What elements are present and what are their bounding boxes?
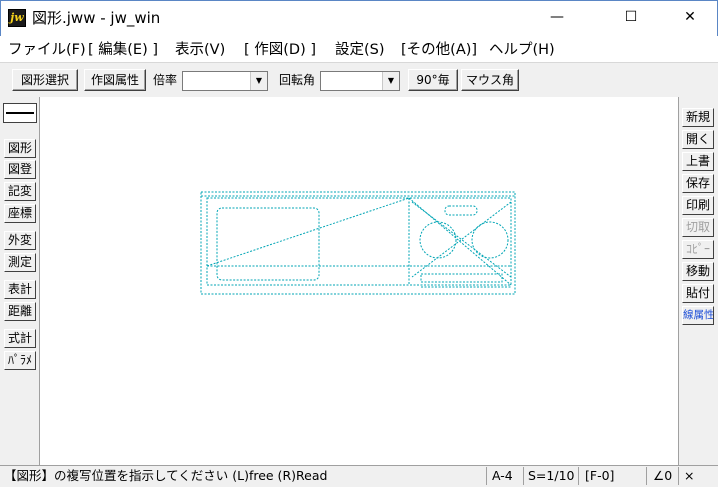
slot [444,205,478,216]
inner-box [206,197,512,286]
tool-open[interactable]: 開く [682,130,714,149]
status-message: 【図形】の複写位置を指示してください (L)free (R)Read [4,468,328,483]
chevron-down-icon[interactable]: ▼ [382,72,399,90]
window-title: 図形.jww - jw_win [32,9,161,27]
scale-label: 倍率 [153,73,178,87]
tool-cut: 切取 [682,218,714,237]
status-divider [678,467,679,485]
select-figure-button[interactable]: 図形選択 [12,69,78,91]
tool-figure-register[interactable]: 図登 [4,160,36,179]
close-button[interactable]: ✕ [664,0,716,34]
menu-draw[interactable]: [ 作図(D) ] [244,40,316,60]
rotate-90-button[interactable]: 90°毎 [408,69,458,91]
line-type-indicator[interactable] [3,103,37,123]
tool-print[interactable]: 印刷 [682,196,714,215]
reel-left [419,221,457,259]
menu-file[interactable]: ファイル(F) [8,40,86,60]
tool-save[interactable]: 保存 [682,174,714,193]
minimize-button[interactable]: — [534,0,580,34]
tool-table-calc[interactable]: 表計 [4,280,36,299]
tool-symbol-convert[interactable]: 記変 [4,182,36,201]
maximize-button[interactable]: ☐ [608,0,654,34]
screen-rect [216,207,320,281]
layer-indicator[interactable]: [F-0] [585,467,614,485]
status-divider [486,467,487,485]
drawing-canvas[interactable] [40,97,678,465]
status-divider [646,467,647,485]
figure-attr-button[interactable]: 作図属性 [84,69,146,91]
bottom-bar [420,273,503,283]
tool-measure[interactable]: 測定 [4,253,36,272]
menu-edit[interactable]: [ 編集(E) ] [88,40,158,60]
paper-size[interactable]: A-4 [492,467,513,485]
menu-settings[interactable]: 設定(S) [335,40,385,60]
chevron-down-icon[interactable]: ▼ [250,72,267,90]
outer-frame [200,191,516,295]
status-divider [523,467,524,485]
menu-view[interactable]: 表示(V) [175,40,225,60]
rotation-dropdown[interactable]: ▼ [320,71,400,91]
cad-drawing [200,191,516,295]
tool-new[interactable]: 新規 [682,108,714,127]
tool-distance[interactable]: 距離 [4,302,36,321]
tool-move[interactable]: 移動 [682,262,714,281]
tool-formula-calc[interactable]: 式計 [4,329,36,348]
angle-indicator[interactable]: ∠0 [653,467,672,485]
menu-help[interactable]: ヘルプ(H) [489,40,555,60]
tool-copy: ｺﾋﾟｰ [682,240,714,259]
tool-line-attr[interactable]: 線属性 [682,306,714,325]
tool-parameter[interactable]: ﾊﾟﾗﾒ [4,351,36,370]
tool-paste[interactable]: 貼付 [682,284,714,303]
rotation-label: 回転角 [279,73,316,87]
tool-overwrite[interactable]: 上書 [682,152,714,171]
close-icon[interactable]: × [684,467,694,485]
status-divider [578,467,579,485]
scale-dropdown[interactable]: ▼ [182,71,268,91]
tool-figure[interactable]: 図形 [4,139,36,158]
scale-indicator[interactable]: S=1/10 [528,467,574,485]
menu-other[interactable]: [その他(A)] [401,40,477,60]
mouse-angle-button[interactable]: マウス角 [461,69,519,91]
reel-right [471,221,509,259]
app-icon: jw [8,9,26,27]
tool-coordinate[interactable]: 座標 [4,204,36,223]
tool-external-convert[interactable]: 外変 [4,231,36,250]
